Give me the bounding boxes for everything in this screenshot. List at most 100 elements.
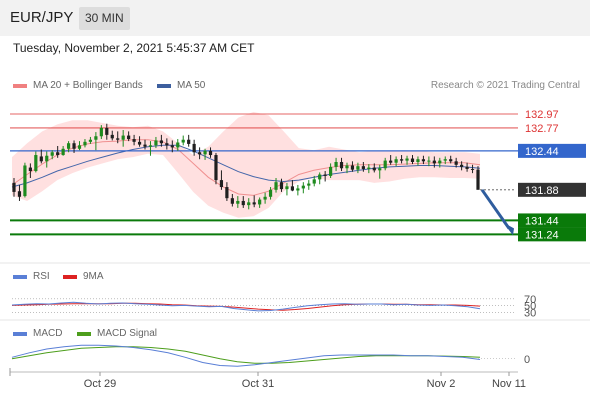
candle-body	[154, 140, 158, 146]
candle-body	[356, 166, 360, 170]
candle-body	[312, 179, 316, 184]
candle-body	[192, 143, 196, 153]
candle-body	[137, 141, 142, 145]
candle-body	[12, 182, 16, 192]
candle-body	[350, 165, 355, 170]
candle-body	[470, 168, 475, 170]
candle-body	[427, 160, 431, 162]
candle-body	[50, 152, 54, 156]
candle-body	[274, 182, 278, 190]
candle-body	[110, 134, 114, 139]
candle-body	[263, 196, 267, 200]
candle-body	[372, 167, 376, 171]
candle-body	[361, 166, 365, 169]
x-tick-label: Oct 29	[84, 378, 116, 390]
candle-body	[116, 138, 120, 140]
candle-body	[345, 165, 349, 169]
x-tick-label: Nov 2	[427, 378, 456, 390]
candle-body	[83, 141, 87, 146]
rsi-level-label: 30	[524, 308, 536, 320]
candle-body	[181, 139, 185, 143]
candle-body	[132, 139, 136, 142]
macd-signal-line	[11, 346, 481, 364]
candle-body	[77, 145, 82, 149]
candle-body	[198, 152, 202, 155]
candle-body	[394, 159, 398, 163]
candle-body	[61, 148, 65, 156]
candle-body	[170, 145, 174, 148]
candle-body	[219, 180, 224, 188]
candle-body	[290, 186, 294, 191]
candle-body	[378, 168, 382, 171]
candle-body	[208, 150, 213, 156]
candle-body	[127, 135, 131, 140]
candle-body	[94, 136, 98, 140]
candle-body	[329, 166, 333, 176]
candle-body	[56, 152, 60, 156]
candle-body	[176, 142, 180, 148]
candle-body	[99, 127, 103, 137]
candle-body	[66, 143, 71, 149]
level-label-resistance: 132.97	[525, 109, 559, 121]
candle-body	[88, 139, 93, 142]
level-label-resistance: 132.77	[525, 123, 559, 135]
candle-body	[39, 156, 43, 162]
candle-body	[105, 127, 109, 135]
candle-body	[416, 159, 420, 162]
candle-body	[285, 186, 289, 190]
candle-body	[432, 160, 436, 164]
forecast-arrow-shaft	[480, 188, 511, 230]
candle-body	[421, 159, 426, 162]
candle-body	[399, 159, 404, 161]
candle-body	[323, 174, 327, 176]
candle-body	[438, 160, 442, 164]
candle-body	[225, 187, 229, 199]
candle-body	[17, 191, 22, 197]
candle-body	[121, 135, 125, 140]
candle-body	[236, 200, 240, 204]
candle-body	[296, 188, 300, 191]
candle-body	[252, 202, 256, 205]
level-label-support: 131.44	[525, 215, 559, 227]
candle-body	[279, 182, 284, 190]
candle-body	[28, 167, 32, 172]
candle-body	[241, 200, 245, 206]
candle-body	[476, 169, 480, 190]
candle-body	[383, 160, 387, 169]
candle-body	[339, 162, 344, 169]
candle-body	[187, 139, 191, 144]
candle-body	[23, 165, 27, 197]
candle-body	[389, 160, 393, 163]
candle-body	[34, 155, 38, 172]
level-label-pivot: 132.44	[525, 146, 559, 158]
level-label-support: 131.24	[525, 229, 559, 241]
x-tick-label: Nov 11	[492, 378, 526, 390]
candle-body	[268, 189, 273, 197]
candle-body	[143, 144, 147, 147]
candle-body	[410, 158, 415, 162]
candle-body	[318, 174, 322, 180]
candle-body	[258, 199, 262, 205]
candle-body	[214, 155, 218, 181]
candle-body	[230, 198, 234, 204]
candle-body	[367, 167, 371, 169]
candle-body	[203, 150, 207, 155]
candle-body	[334, 162, 338, 167]
candle-body	[454, 161, 458, 165]
candle-body	[165, 143, 169, 146]
candle-body	[449, 159, 453, 162]
candle-body	[443, 159, 447, 161]
candle-body	[159, 140, 163, 144]
price-chart[interactable]: 132.97132.77132.44131.88131.44131.247050…	[0, 0, 590, 400]
candle-body	[72, 143, 76, 149]
candle-body	[247, 202, 251, 206]
candle-body	[460, 164, 464, 167]
x-tick-label: Oct 31	[242, 378, 274, 390]
candle-body	[307, 183, 311, 186]
macd-zero-label: 0	[524, 354, 530, 366]
candle-body	[405, 158, 409, 161]
candle-body	[465, 166, 469, 169]
candle-body	[148, 145, 153, 147]
level-label-current: 131.88	[525, 185, 559, 197]
candle-body	[301, 185, 305, 189]
